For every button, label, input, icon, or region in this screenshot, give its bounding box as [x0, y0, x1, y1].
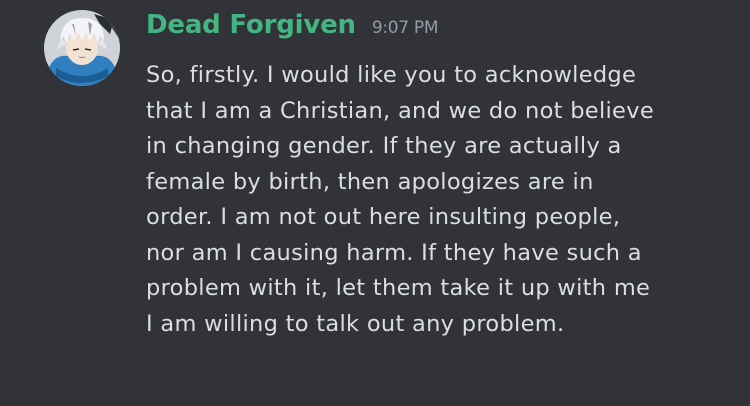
- timestamp: 9:07 PM: [371, 18, 439, 38]
- avatar-icon: [44, 10, 120, 86]
- message-line: problem with it, let them take it up wit…: [146, 275, 651, 301]
- message-line: I am willing to talk out any problem.: [146, 310, 565, 337]
- avatar[interactable]: [44, 10, 120, 86]
- message-content: So, firstly. I would like you to acknowl…: [146, 58, 746, 342]
- message-header: Dead Forgiven 9:07 PM: [146, 10, 439, 50]
- message-line: nor am I causing harm. If they have such…: [146, 239, 642, 266]
- message-line: So, firstly. I would like you to acknowl…: [146, 62, 637, 88]
- message-line: in changing gender. If they are actually…: [146, 133, 622, 159]
- username[interactable]: Dead Forgiven: [146, 10, 356, 40]
- message-line: order. I am not out here insulting peopl…: [146, 204, 621, 230]
- chat-message: Dead Forgiven 9:07 PM So, firstly. I wou…: [0, 0, 750, 406]
- message-line: that I am a Christian, and we do not bel…: [146, 97, 654, 124]
- message-line: female by birth, then apologizes are in: [146, 168, 594, 195]
